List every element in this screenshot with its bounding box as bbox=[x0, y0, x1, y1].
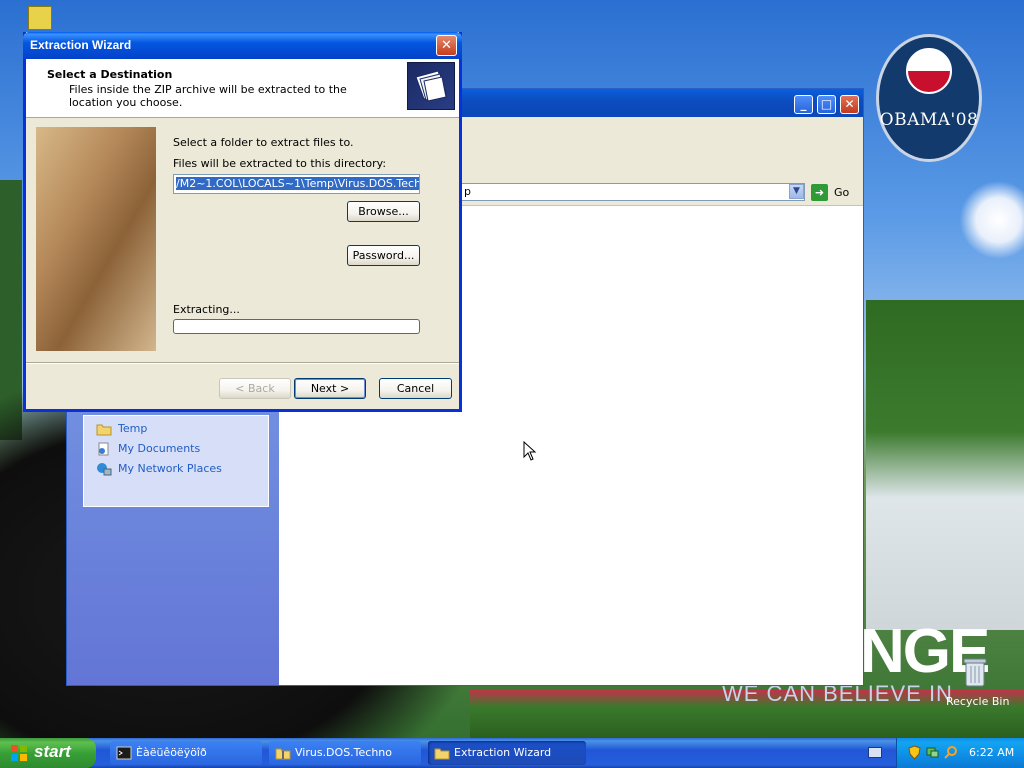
place-item-temp[interactable]: Temp bbox=[96, 420, 147, 438]
wizard-title-bar[interactable]: Extraction Wizard ✕ bbox=[23, 32, 462, 59]
terminal-icon bbox=[116, 745, 132, 761]
my-documents-icon bbox=[96, 442, 112, 456]
start-label: start bbox=[34, 742, 71, 761]
taskbar-button-label: Èàëüêöëÿöîð bbox=[136, 746, 207, 759]
windows-flag-icon bbox=[11, 745, 27, 761]
folder-zip-icon bbox=[275, 745, 291, 761]
wizard-subheading: Files inside the ZIP archive will be ext… bbox=[69, 83, 347, 109]
folder-icon bbox=[434, 745, 450, 761]
wizard-side-image bbox=[36, 127, 156, 351]
place-item-label: Temp bbox=[118, 422, 148, 435]
address-input[interactable]: p bbox=[461, 183, 805, 201]
back-button[interactable]: < Back bbox=[219, 378, 291, 399]
next-button[interactable]: Next > bbox=[294, 378, 366, 399]
place-item-my-documents[interactable]: My Documents bbox=[96, 440, 200, 458]
taskbar-button-label: Virus.DOS.Techno bbox=[295, 746, 393, 759]
taskbar-button-terminal[interactable]: Èàëüêöëÿöîð bbox=[110, 741, 262, 765]
maximize-button[interactable]: □ bbox=[817, 95, 836, 114]
start-button[interactable]: start bbox=[0, 738, 96, 768]
wizard-title: Extraction Wizard bbox=[30, 38, 132, 52]
recycle-bin-icon[interactable] bbox=[962, 656, 988, 688]
zip-folder-icon bbox=[407, 62, 455, 110]
folder-icon bbox=[96, 422, 112, 436]
place-item-label: My Network Places bbox=[118, 462, 222, 475]
wizard-footer-divider bbox=[26, 362, 459, 364]
cancel-button[interactable]: Cancel bbox=[379, 378, 452, 399]
desktop-wallpaper-cloud bbox=[960, 180, 1024, 260]
close-button[interactable]: ✕ bbox=[436, 35, 457, 56]
place-item-label: My Documents bbox=[118, 442, 201, 455]
security-shield-icon[interactable] bbox=[907, 745, 922, 760]
keyboard-icon[interactable] bbox=[868, 747, 882, 758]
minimize-button[interactable]: _ bbox=[794, 95, 813, 114]
go-button[interactable]: Go bbox=[834, 186, 849, 199]
network-icon[interactable] bbox=[925, 745, 940, 760]
desktop-wallpaper-house bbox=[866, 300, 1024, 630]
clock[interactable]: 6:22 AM bbox=[969, 746, 1014, 759]
password-button[interactable]: Password... bbox=[347, 245, 420, 266]
taskbar-button-label: Extraction Wizard bbox=[454, 746, 552, 759]
recycle-bin-label[interactable]: Recycle Bin bbox=[946, 695, 1009, 708]
obama-logo-text: OBAMA'08 bbox=[879, 110, 979, 130]
mouse-cursor-icon bbox=[523, 441, 537, 461]
extraction-wizard-dialog: Extraction Wizard ✕ Select a Destination… bbox=[23, 32, 462, 412]
destination-directory-value: /M2~1.COL\LOCALS~1\Temp\Virus.DOS.Techno bbox=[176, 177, 419, 190]
extracting-status-label: Extracting... bbox=[173, 303, 240, 316]
chevron-down-icon[interactable]: ▼ bbox=[789, 184, 804, 199]
taskbar-button-extraction-wizard[interactable]: Extraction Wizard bbox=[428, 741, 586, 765]
system-tray: 6:22 AM bbox=[896, 738, 1024, 768]
wizard-heading: Select a Destination bbox=[47, 68, 173, 81]
close-button[interactable]: ✕ bbox=[840, 95, 859, 114]
network-places-icon bbox=[96, 462, 112, 476]
wizard-header: Select a Destination Files inside the ZI… bbox=[26, 59, 459, 118]
other-places-panel: Temp My Documents My Network Places bbox=[83, 415, 269, 507]
search-icon[interactable] bbox=[943, 745, 958, 760]
obama-logo-emblem bbox=[906, 48, 952, 94]
destination-directory-label: Files will be extracted to this director… bbox=[173, 157, 387, 170]
desktop-shortcut-icon[interactable] bbox=[28, 6, 52, 30]
taskbar: start Èàëüêöëÿöîð Virus.DOS.Techno Extra… bbox=[0, 738, 1024, 768]
select-folder-label: Select a folder to extract files to. bbox=[173, 136, 354, 149]
place-item-network-places[interactable]: My Network Places bbox=[96, 460, 222, 478]
browse-button[interactable]: Browse... bbox=[347, 201, 420, 222]
extraction-progress-bar bbox=[173, 319, 420, 334]
destination-directory-input[interactable]: /M2~1.COL\LOCALS~1\Temp\Virus.DOS.Techno bbox=[173, 174, 420, 194]
go-arrow-icon[interactable]: ➜ bbox=[811, 184, 828, 201]
taskbar-button-virus-folder[interactable]: Virus.DOS.Techno bbox=[269, 741, 421, 765]
